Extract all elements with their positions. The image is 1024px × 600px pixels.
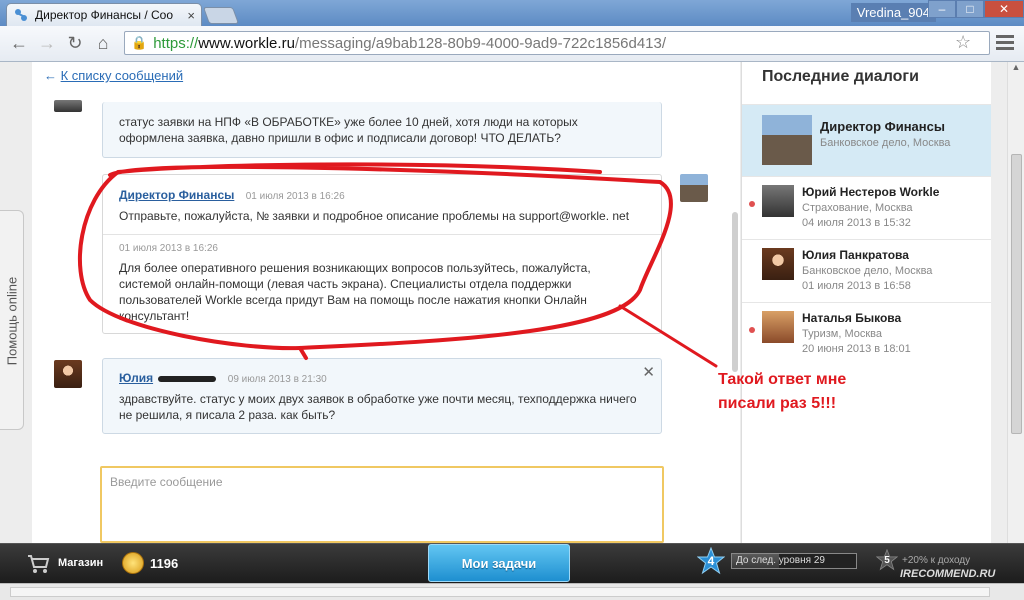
sender-avatar[interactable] [54, 360, 82, 388]
page: Помощь online ← К списку сообщений стату… [0, 62, 1024, 543]
dialog-item[interactable]: Наталья Быкова Туризм, Москва 20 июня 20… [742, 302, 991, 365]
url-scheme: https:// [153, 34, 199, 52]
dialog-subtitle: Банковское дело, Москва [802, 265, 933, 277]
coins-counter[interactable]: 1196 [122, 552, 178, 574]
delete-message-icon[interactable]: ✕ [642, 363, 655, 381]
maximize-button[interactable]: □ [956, 0, 984, 18]
browser-tab[interactable]: Директор Финансы / Соо × [6, 3, 202, 26]
level-progress-bar: До след. уровня 29 [731, 553, 857, 569]
shop-button[interactable]: Магазин [26, 552, 103, 574]
level-star-icon: 4 [696, 546, 726, 575]
workle-favicon-icon [15, 9, 27, 21]
back-link-label: К списку сообщений [60, 68, 184, 83]
next-level-star-icon: 5 [875, 548, 899, 571]
message-divider [103, 234, 661, 235]
message-bubble-reply: Директор Финансы 01 июля 2013 в 16:26 От… [102, 174, 662, 334]
dialog-item[interactable]: Юлия Панкратова Банковское дело, Москва … [742, 239, 991, 302]
dialog-avatar [762, 311, 794, 343]
workle-bottom-bar: Магазин 1196 Мои задачи 4 До след. уровн… [0, 543, 1024, 583]
message-bubble: статус заявки на НПФ «В ОБРАБОТКЕ» уже б… [102, 102, 662, 158]
unread-dot-icon [749, 201, 755, 207]
level-number: 4 [707, 554, 715, 568]
tab-title: Директор Финансы / Соо [35, 8, 173, 22]
message-text: здравствуйте. статус у моих двух заявок … [119, 392, 637, 422]
message-text: Для более оперативного решения возникающ… [119, 261, 591, 323]
dialog-subtitle: Страхование, Москва [802, 202, 913, 214]
unread-dot-icon [749, 327, 755, 333]
help-online-tab[interactable]: Помощь online [0, 210, 24, 430]
lock-icon: 🔒 [131, 35, 148, 50]
close-window-button[interactable]: ✕ [984, 0, 1024, 18]
home-button[interactable]: ⌂ [90, 31, 116, 57]
back-to-messages-link[interactable]: ← К списку сообщений [44, 68, 183, 83]
bonus-label: +20% к доходу [902, 554, 971, 566]
shop-label: Магазин [58, 557, 104, 569]
back-button[interactable]: ← [6, 31, 32, 57]
browser-titlebar: Директор Финансы / Соо × Vredina_904 – □… [0, 0, 1024, 26]
redaction-scribble [158, 375, 217, 382]
dialog-avatar [762, 248, 794, 280]
horizontal-scrollbar[interactable] [0, 583, 1024, 600]
coins-value: 1196 [150, 555, 179, 571]
window-controls: – □ ✕ [928, 0, 1024, 18]
scrollbar-thumb[interactable] [1010, 154, 1022, 434]
annotation-line: писали раз 5!!! [718, 395, 837, 412]
dialog-date: 01 июля 2013 в 16:58 [802, 280, 911, 292]
back-arrow-icon: ← [44, 68, 57, 83]
menu-icon[interactable] [996, 35, 1014, 53]
scroll-up-icon[interactable]: ▲ [1008, 62, 1024, 76]
message-header: Директор Финансы 01 июля 2013 в 16:26 [119, 188, 645, 202]
coin-icon [122, 552, 144, 574]
recent-dialogs-sidebar: Последние диалоги Директор Финансы Банко… [741, 62, 991, 543]
dialog-date: 04 июля 2013 в 15:32 [802, 217, 911, 229]
conversation-panel: ← К списку сообщений статус заявки на НП… [32, 62, 740, 543]
message-text: Отправьте, пожалуйста, № заявки и подроб… [119, 209, 630, 223]
message-text: статус заявки на НПФ «В ОБРАБОТКЕ» уже б… [119, 115, 578, 145]
dialog-item[interactable]: Директор Финансы Банковское дело, Москва [742, 104, 991, 176]
tab-close-icon[interactable]: × [187, 8, 195, 23]
message-header: Юлия 09 июля 2013 в 21:30 [119, 371, 645, 385]
dialog-avatar [762, 115, 812, 165]
annotation-line: Такой ответ мне [718, 371, 847, 388]
dialog-date: 20 июня 2013 в 18:01 [802, 343, 911, 355]
message-input[interactable] [110, 475, 654, 535]
sidebar-title: Последние диалоги [762, 68, 919, 85]
dialog-name: Юрий Нестеров Workle [802, 185, 940, 199]
dialog-name: Наталья Быкова [802, 311, 902, 325]
dialog-item[interactable]: Юрий Нестеров Workle Страхование, Москва… [742, 176, 991, 239]
next-level-number: 5 [884, 554, 890, 566]
new-tab-button[interactable] [202, 7, 240, 24]
message-bubble: Юлия 09 июля 2013 в 21:30 здравствуйте. … [102, 358, 662, 434]
page-scrollbar[interactable]: ▲ [1007, 62, 1024, 543]
browser-toolbar: ← → ↻ ⌂ 🔒 https:// www.workle.ru /messag… [0, 26, 1024, 62]
sender-avatar[interactable] [680, 174, 708, 202]
dialog-subtitle: Туризм, Москва [802, 328, 883, 340]
bookmark-star-icon[interactable]: ☆ [955, 32, 983, 60]
shopping-cart-icon [28, 555, 50, 573]
minimize-button[interactable]: – [928, 0, 956, 18]
annotation-note: Такой ответ мне писали раз 5!!! [718, 368, 846, 416]
reload-button[interactable]: ↻ [62, 31, 88, 57]
message-sender-link[interactable]: Директор Финансы [119, 188, 234, 202]
level-progress-label: До след. уровня 29 [736, 555, 825, 566]
forward-button[interactable]: → [34, 31, 60, 57]
message-time: 01 июля 2013 в 16:26 [119, 243, 218, 254]
message-compose-box [100, 466, 664, 543]
message-time: 01 июля 2013 в 16:26 [245, 191, 345, 202]
message-time: 09 июля 2013 в 21:30 [227, 374, 327, 385]
url-path: /messaging/a9bab128-80b9-4000-9ad9-722c1… [294, 34, 667, 52]
dialog-name: Юлия Панкратова [802, 248, 909, 262]
dialog-subtitle: Банковское дело, Москва [820, 137, 951, 149]
url-host: www.workle.ru [198, 34, 295, 52]
sender-avatar[interactable] [54, 100, 82, 112]
level-indicator[interactable]: 4 До след. уровня 29 [696, 546, 857, 575]
message-sender-link[interactable]: Юлия [119, 371, 153, 385]
help-online-label: Помощь online [4, 276, 20, 366]
my-tasks-button[interactable]: Мои задачи [428, 544, 570, 582]
address-bar[interactable]: 🔒 https:// www.workle.ru /messaging/a9ba… [124, 31, 990, 55]
profile-name[interactable]: Vredina_904 [850, 3, 936, 22]
watermark: IRECOMMEND.RU [900, 568, 996, 580]
dialog-avatar [762, 185, 794, 217]
dialog-name: Директор Финансы [820, 119, 945, 134]
